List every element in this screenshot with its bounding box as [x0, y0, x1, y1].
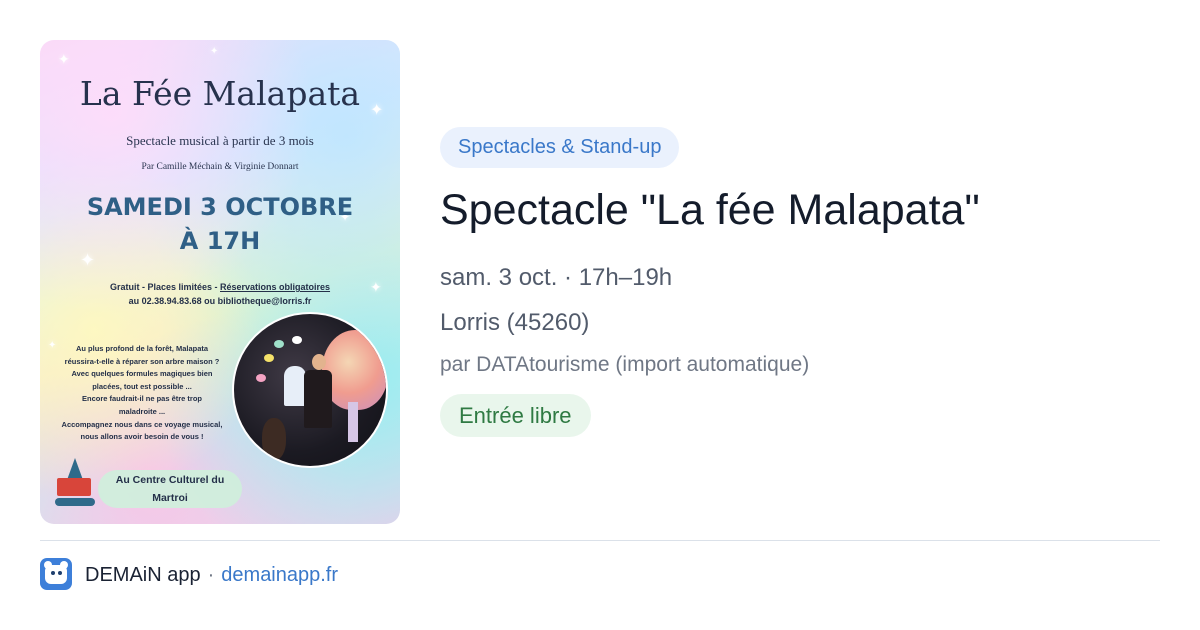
poster-story-line: réussira-t-elle à réparer son arbre mais…: [64, 356, 220, 366]
photo-paper-flower: [256, 374, 266, 382]
event-location: Lorris (45260): [440, 309, 590, 336]
photo-instrument: [262, 418, 286, 460]
photo-performer-head: [312, 354, 326, 370]
app-domain-link[interactable]: demainapp.fr: [221, 564, 338, 586]
photo-cage: [284, 366, 306, 406]
event-datetime: sam. 3 oct. · 17h–19h: [440, 264, 673, 291]
poster-story-line: maladroite ...: [118, 406, 166, 416]
poster-story-line: Accompagnez nous dans ce voyage musical,: [61, 419, 223, 429]
church-base: [55, 498, 95, 506]
photo-tree-trunk: [348, 402, 358, 442]
poster-info-line: Gratuit - Places limitées - Réservations…: [40, 280, 400, 294]
sparkle-icon: ✦: [210, 46, 219, 57]
church-roof: [67, 458, 83, 480]
bear-face-icon: [40, 558, 72, 590]
poster-title: La Fée Malapata: [79, 74, 361, 113]
church-body: [57, 478, 91, 496]
poster-performance-photo: [232, 312, 388, 468]
poster-info: Gratuit - Places limitées - Réservations…: [40, 280, 400, 308]
bear-eye: [51, 571, 55, 575]
event-title: Spectacle "La fée Malapata": [440, 186, 980, 234]
footer-divider: [40, 540, 1160, 541]
footer-brand: DEMAiN app · demainapp.fr: [85, 561, 338, 589]
poster-story-line: nous allons avoir besoin de vous !: [80, 432, 204, 442]
poster-venue-line: Au Centre Culturel du: [115, 474, 225, 486]
app-name: DEMAiN app: [85, 564, 201, 586]
category-badge[interactable]: Spectacles & Stand-up: [440, 127, 680, 168]
poster-story: Au plus profond de la forêt, Malapata ré…: [52, 343, 232, 444]
church-logo-icon: [55, 458, 95, 510]
poster-date: SAMEDI 3 OCTOBRE À 17H: [40, 190, 400, 258]
poster-info-booking: Réservations obligatoires: [220, 282, 331, 292]
poster-story-line: Au plus profond de la forêt, Malapata: [75, 344, 209, 353]
poster-time-line: À 17H: [179, 227, 261, 255]
poster-story-line: Avec quelques formules magiques bien: [71, 369, 213, 379]
photo-paper-flower: [274, 340, 284, 348]
poster-story-line: placées, tout est possible ...: [92, 381, 192, 391]
poster-date-line: SAMEDI 3 OCTOBRE: [86, 193, 354, 221]
poster-venue-line: Martroi: [152, 492, 188, 504]
poster-story-line: Encore faudrait-il ne pas être trop: [81, 394, 203, 404]
poster-subtitle: Spectacle musical à partir de 3 mois: [126, 133, 314, 148]
poster-credits: Par Camille Méchain & Virginie Donnart: [141, 162, 299, 172]
photo-paper-flower: [292, 336, 302, 344]
event-poster: ✦ ✦ ✦ ✦ ✦ ✦ ✦ La Fée Malapata Spectacle …: [40, 40, 400, 524]
price-badge: Entrée libre: [440, 394, 591, 437]
photo-paper-flower: [264, 354, 274, 362]
event-source: par DATAtourisme (import automatique): [440, 353, 810, 376]
footer-separator: ·: [207, 564, 215, 586]
sparkle-icon: ✦: [58, 52, 70, 68]
bear-face: [45, 565, 67, 584]
poster-info-contact: au 02.38.94.83.68 ou bibliotheque@lorris…: [128, 296, 312, 306]
bear-eye: [58, 571, 62, 575]
photo-performer-body: [304, 370, 332, 428]
poster-info-free: Gratuit - Places limitées -: [109, 282, 220, 292]
poster-venue: Au Centre Culturel du Martroi: [98, 470, 242, 508]
